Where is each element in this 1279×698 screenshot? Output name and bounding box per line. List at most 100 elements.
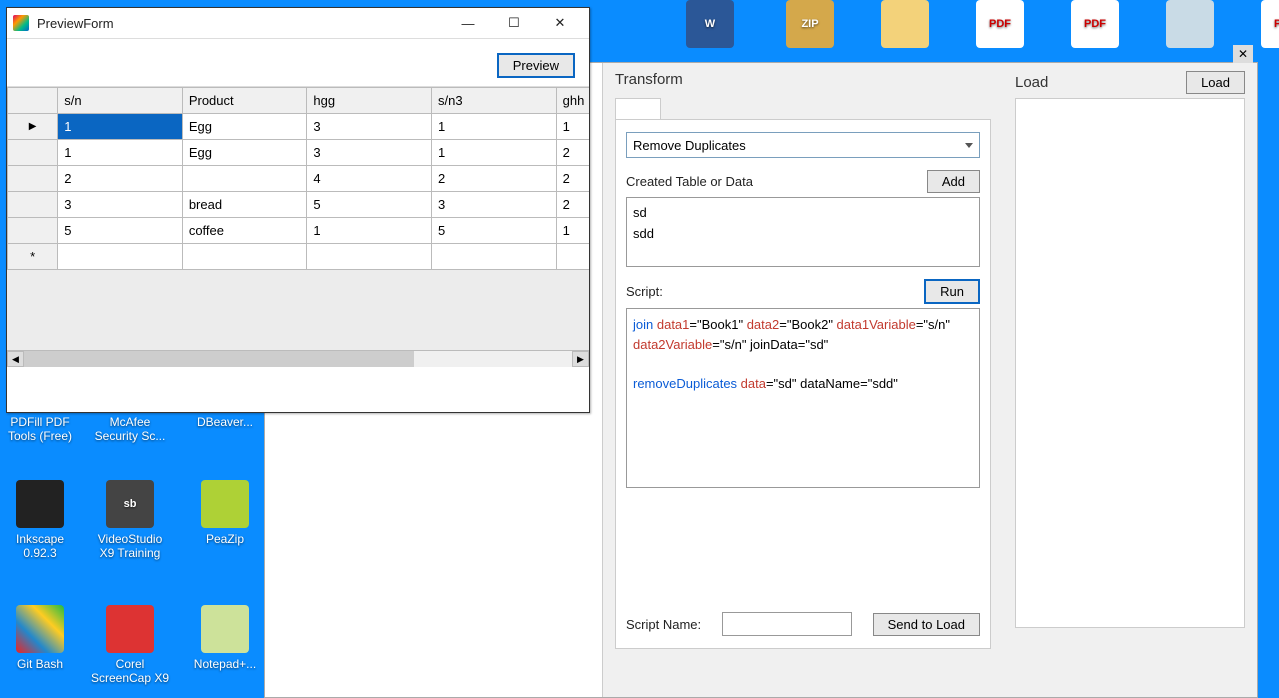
script-text: ="s/n" joinData="sd" bbox=[712, 337, 828, 352]
script-text: ="Book2" bbox=[779, 317, 836, 332]
cell[interactable]: 1 bbox=[307, 218, 432, 244]
cell[interactable]: 3 bbox=[307, 140, 432, 166]
desktop-icon-file[interactable] bbox=[1150, 0, 1230, 52]
cell[interactable]: 2 bbox=[58, 166, 183, 192]
desktop-icon-pdf-1[interactable]: PDF bbox=[960, 0, 1040, 52]
desktop-icon-pdfill[interactable]: PDFill PDF Tools (Free) bbox=[0, 415, 80, 443]
table-row[interactable]: 3 bread 5 3 2 bbox=[8, 192, 590, 218]
script-keyword: join bbox=[633, 317, 657, 332]
cell[interactable]: 4 bbox=[307, 166, 432, 192]
script-textarea[interactable]: join data1="Book1" data2="Book2" data1Va… bbox=[626, 308, 980, 488]
cell[interactable]: bread bbox=[182, 192, 307, 218]
cell[interactable]: 2 bbox=[556, 140, 589, 166]
script-name-label: Script Name: bbox=[626, 617, 701, 632]
desktop-icon-notepad[interactable]: Notepad+... bbox=[185, 605, 265, 671]
icon-label: PDFill PDF Tools (Free) bbox=[8, 415, 72, 443]
script-text: ="s/n" bbox=[916, 317, 950, 332]
table-row[interactable]: 1 Egg 3 1 2 bbox=[8, 140, 590, 166]
cell[interactable]: 5 bbox=[58, 218, 183, 244]
icon-label: PeaZip bbox=[206, 532, 244, 546]
table-row[interactable]: 2 4 2 2 bbox=[8, 166, 590, 192]
cell[interactable]: 3 bbox=[58, 192, 183, 218]
cell[interactable]: 5 bbox=[307, 192, 432, 218]
scroll-track[interactable] bbox=[24, 351, 572, 367]
desktop-icon-word[interactable]: W bbox=[670, 0, 750, 52]
close-button[interactable]: ✕ bbox=[537, 11, 583, 35]
cell[interactable]: 3 bbox=[432, 192, 557, 218]
minimize-button[interactable]: — bbox=[445, 11, 491, 35]
tab-close-icon[interactable]: ✕ bbox=[1233, 45, 1253, 63]
cell[interactable]: Egg bbox=[182, 114, 307, 140]
script-label: Script: bbox=[626, 284, 663, 299]
icon-label: McAfee Security Sc... bbox=[95, 415, 166, 443]
scroll-thumb[interactable] bbox=[24, 351, 414, 367]
icon-label: Git Bash bbox=[17, 657, 63, 671]
corner-cell[interactable] bbox=[8, 88, 58, 114]
datagrid[interactable]: s/n Product hgg s/n3 ghh ▶ 1 Egg 3 1 1 1… bbox=[7, 87, 589, 367]
cell[interactable]: Egg bbox=[182, 140, 307, 166]
row-header[interactable] bbox=[8, 192, 58, 218]
run-button[interactable]: Run bbox=[924, 279, 980, 304]
desktop-icon-folder[interactable] bbox=[865, 0, 945, 52]
horizontal-scrollbar[interactable]: ◀ ▶ bbox=[7, 350, 589, 367]
cell[interactable]: 3 bbox=[307, 114, 432, 140]
cell[interactable]: 1 bbox=[58, 114, 183, 140]
scroll-right-icon[interactable]: ▶ bbox=[572, 351, 589, 367]
icon-label: VideoStudio X9 Training bbox=[98, 532, 163, 560]
column-header[interactable]: s/n bbox=[58, 88, 183, 114]
table-row[interactable]: 5 coffee 1 5 1 bbox=[8, 218, 590, 244]
scroll-left-icon[interactable]: ◀ bbox=[7, 351, 24, 367]
table-row[interactable]: ▶ 1 Egg 3 1 1 bbox=[8, 114, 590, 140]
script-name-input[interactable] bbox=[722, 612, 852, 636]
icon-label: Inkscape 0.92.3 bbox=[16, 532, 64, 560]
cell[interactable]: 1 bbox=[58, 140, 183, 166]
row-header[interactable] bbox=[8, 218, 58, 244]
cell[interactable]: 2 bbox=[556, 192, 589, 218]
cell[interactable]: 1 bbox=[556, 218, 589, 244]
script-attr: data bbox=[741, 376, 766, 391]
desktop-icon-corel[interactable]: Corel ScreenCap X9 bbox=[90, 605, 170, 685]
preview-button[interactable]: Preview bbox=[497, 53, 575, 78]
cell[interactable]: 1 bbox=[432, 114, 557, 140]
cell[interactable]: 2 bbox=[556, 166, 589, 192]
icon-label: Corel ScreenCap X9 bbox=[91, 657, 169, 685]
cell[interactable]: 1 bbox=[556, 114, 589, 140]
cell[interactable]: coffee bbox=[182, 218, 307, 244]
desktop-icon-zip[interactable]: ZIP bbox=[770, 0, 850, 52]
desktop-icon-videostudio[interactable]: sbVideoStudio X9 Training bbox=[90, 480, 170, 560]
column-header[interactable]: ghh bbox=[556, 88, 589, 114]
titlebar[interactable]: PreviewForm — ☐ ✕ bbox=[7, 8, 589, 39]
desktop-icon-inkscape[interactable]: Inkscape 0.92.3 bbox=[0, 480, 80, 560]
maximize-button[interactable]: ☐ bbox=[491, 11, 537, 35]
send-to-load-button[interactable]: Send to Load bbox=[873, 613, 980, 636]
desktop-icon-pdf-2[interactable]: PDF bbox=[1055, 0, 1135, 52]
load-title: Load bbox=[1015, 74, 1048, 91]
cell[interactable] bbox=[182, 166, 307, 192]
load-button[interactable]: Load bbox=[1186, 71, 1245, 94]
window-title: PreviewForm bbox=[37, 16, 445, 31]
column-header[interactable]: hgg bbox=[307, 88, 432, 114]
transform-operation-dropdown[interactable]: Remove Duplicates bbox=[626, 132, 980, 158]
desktop-icon-mcafee[interactable]: McAfee Security Sc... bbox=[90, 415, 170, 443]
new-row[interactable]: * bbox=[8, 244, 590, 270]
created-table-label: Created Table or Data bbox=[626, 174, 753, 189]
preview-form-window: PreviewForm — ☐ ✕ Preview s/n Product hg… bbox=[6, 7, 590, 413]
transform-tab[interactable] bbox=[615, 98, 661, 120]
add-button[interactable]: Add bbox=[927, 170, 980, 193]
cell[interactable]: 5 bbox=[432, 218, 557, 244]
column-header[interactable]: s/n3 bbox=[432, 88, 557, 114]
list-item[interactable]: sd bbox=[633, 202, 973, 223]
icon-label: DBeaver... bbox=[197, 415, 253, 429]
transform-panel: Transform Remove Duplicates Created Tabl… bbox=[603, 63, 1003, 697]
row-header[interactable] bbox=[8, 140, 58, 166]
desktop-icon-peazip[interactable]: PeaZip bbox=[185, 480, 265, 546]
column-header[interactable]: Product bbox=[182, 88, 307, 114]
desktop-icon-gitbash[interactable]: Git Bash bbox=[0, 605, 80, 671]
cell[interactable]: 2 bbox=[432, 166, 557, 192]
row-header[interactable] bbox=[8, 166, 58, 192]
list-item[interactable]: sdd bbox=[633, 223, 973, 244]
created-data-list[interactable]: sd sdd bbox=[626, 197, 980, 267]
row-indicator-icon: ▶ bbox=[8, 114, 58, 140]
cell[interactable]: 1 bbox=[432, 140, 557, 166]
desktop-icon-dbeaver[interactable]: DBeaver... bbox=[185, 415, 265, 429]
